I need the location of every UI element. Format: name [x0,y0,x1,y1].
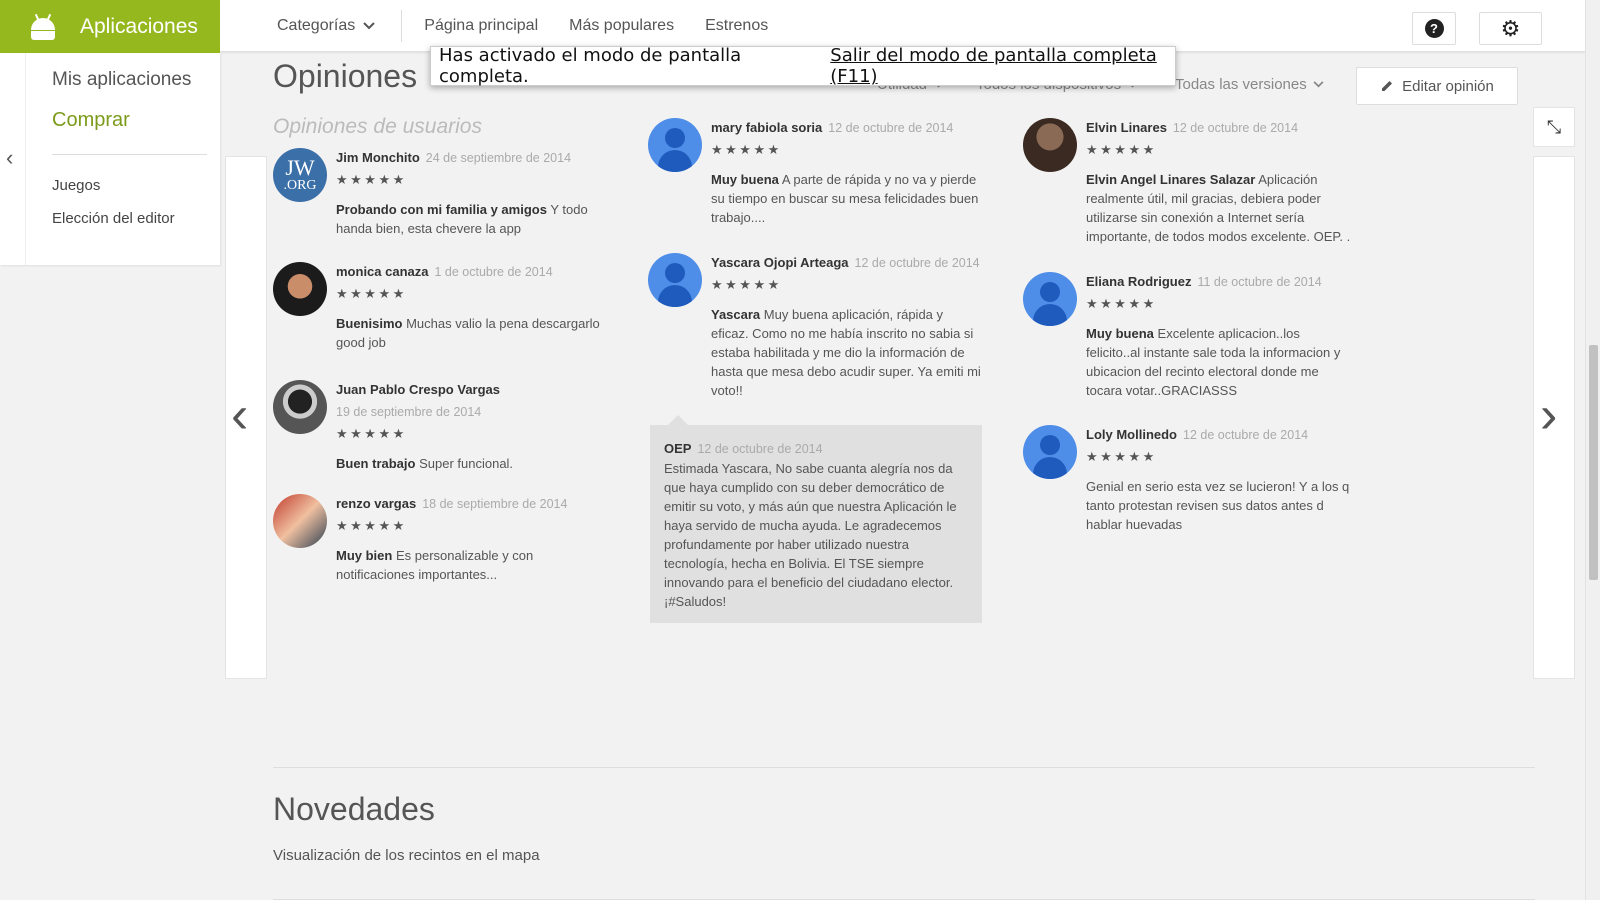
versions-filter-label: Todas las versiones [1175,76,1307,93]
left-sidebar: ‹ Mis aplicaciones Comprar Juegos Elecci… [0,53,220,265]
page-scrollbar[interactable] [1585,0,1600,900]
edit-review-button[interactable]: Editar opinión [1356,67,1518,105]
reviewer-name[interactable]: monica canaza [336,264,429,279]
review-text: Muy bien Es personalizable y con notific… [336,548,534,582]
reviews-title: Opiniones [273,58,418,94]
review-date: 12 de octubre de 2014 [1172,121,1299,135]
review-text: Buenisimo Muchas valio la pena descargar… [336,316,600,350]
sidebar-item-shop[interactable]: Comprar [52,109,130,132]
sidebar-divider [52,154,207,155]
reviewer-name[interactable]: Elvin Linares [1086,120,1167,135]
reviewer-name[interactable]: Yascara Ojopi Arteaga [711,255,849,270]
review-text: Buen trabajo Super funcional. [336,456,514,471]
settings-button[interactable]: ⚙ [1479,12,1542,45]
pencil-icon [1382,81,1393,91]
app-title: Aplicaciones [80,14,198,38]
review-date: 18 de septiembre de 2014 [422,497,568,511]
star-rating: ★★★★★ [1086,142,1157,157]
avatar: JW .ORG [273,148,327,202]
gear-icon: ⚙ [1500,15,1521,41]
review-text: Elvin Angel Linares Salazar Aplicación r… [1086,172,1351,244]
avatar [1023,425,1077,479]
star-rating: ★★★★★ [336,172,407,187]
categories-label: Categorías [277,17,356,34]
review-date: 12 de octubre de 2014 [828,121,954,135]
reviewer-name[interactable]: Jim Monchito [336,150,420,165]
reviewer-name[interactable]: mary fabiola soria [711,120,822,135]
avatar [273,494,327,548]
apps-home-link[interactable]: Aplicaciones [0,0,220,53]
review-date: 1 de octubre de 2014 [434,265,553,279]
nav-new-link[interactable]: Estrenos [705,17,768,35]
avatar [273,262,327,316]
avatar [648,118,702,172]
review-date: 11 de octubre de 2014 [1197,275,1322,289]
android-logo-icon [28,13,58,40]
reply-text: Estimada Yascara, No sabe cuanta alegría… [664,461,957,609]
star-rating: ★★★★★ [336,286,407,301]
collapse-arrows-icon: ⤡ [1546,116,1562,137]
star-rating: ★★★★★ [1086,296,1157,311]
avatar [1023,272,1077,326]
review-date: 12 de octubre de 2014 [1183,428,1309,442]
help-icon: ? [1424,19,1444,38]
avatar [1023,118,1077,172]
developer-reply: OEP 12 de octubre de 2014 Estimada Yascar… [650,415,982,623]
exit-fullscreen-link[interactable]: Salir del modo de pantalla completa (F11… [830,45,1175,87]
user-reviews-heading: Opiniones de usuarios [273,115,482,138]
reply-date: 12 de octubre de 2014 [697,442,823,456]
categories-dropdown[interactable]: Categorías [277,10,403,42]
star-rating: ★★★★★ [711,142,782,157]
reviewer-name[interactable]: Loly Mollinedo [1086,427,1177,442]
chevron-left-icon[interactable]: ‹ [6,145,13,171]
review-text: Muy buena A parte de rápida y no va y pi… [711,172,979,225]
star-rating: ★★★★★ [336,518,407,533]
scrollbar-thumb[interactable] [1589,345,1598,580]
review-date: 24 de septiembre de 2014 [425,151,572,165]
nav-home-link[interactable]: Página principal [424,17,538,35]
sidebar-item-games[interactable]: Juegos [52,177,100,194]
review-date: 19 de septiembre de 2014 [336,405,482,419]
star-rating: ★★★★★ [711,277,782,292]
avatar [273,380,327,434]
chevron-left-icon[interactable]: ‹ [231,385,248,445]
developer-name: OEP [664,441,692,456]
star-rating: ★★★★★ [1086,449,1157,464]
review-text: Muy buena Excelente aplicacion..los feli… [1086,326,1341,398]
exit-fullscreen-reviews-button[interactable]: ⤡ [1533,107,1575,147]
fullscreen-message: Has activado el modo de pantalla complet… [439,45,742,87]
sidebar-item-editors-choice[interactable]: Elección del editor [52,210,175,227]
star-rating: ★★★★★ [336,426,407,441]
versions-filter[interactable]: Todas las versiones [1175,76,1324,93]
review-text: Probando con mi familia y amigos Y todo … [336,202,588,236]
review-text: Yascara Muy buena aplicación, rápida y e… [711,307,981,398]
review-date: 12 de octubre de 2014 [854,256,980,270]
sidebar-item-my-apps[interactable]: Mis aplicaciones [52,69,191,91]
fullscreen-notice: Has activado el modo de pantalla complet… [430,45,1176,87]
reviewer-name[interactable]: Eliana Rodriguez [1086,274,1191,289]
edit-review-label: Editar opinión [1402,77,1494,95]
chevron-right-icon[interactable]: › [1540,385,1557,445]
whats-new-title: Novedades [273,791,435,827]
avatar [648,253,702,307]
section-divider [273,767,1535,768]
chevron-down-icon [363,22,375,30]
sidebar-collapse-strip[interactable]: ‹ [0,53,26,265]
chevron-down-icon [1313,81,1324,88]
nav-popular-link[interactable]: Más populares [569,17,674,35]
reviewer-name[interactable]: Juan Pablo Crespo Vargas [336,382,500,397]
whats-new-text: Visualización de los recintos en el mapa [273,847,540,864]
help-button[interactable]: ? [1412,12,1456,45]
review-text: Genial en serio esta vez se lucieron! Y … [1086,479,1350,532]
reviewer-name[interactable]: renzo vargas [336,496,416,511]
